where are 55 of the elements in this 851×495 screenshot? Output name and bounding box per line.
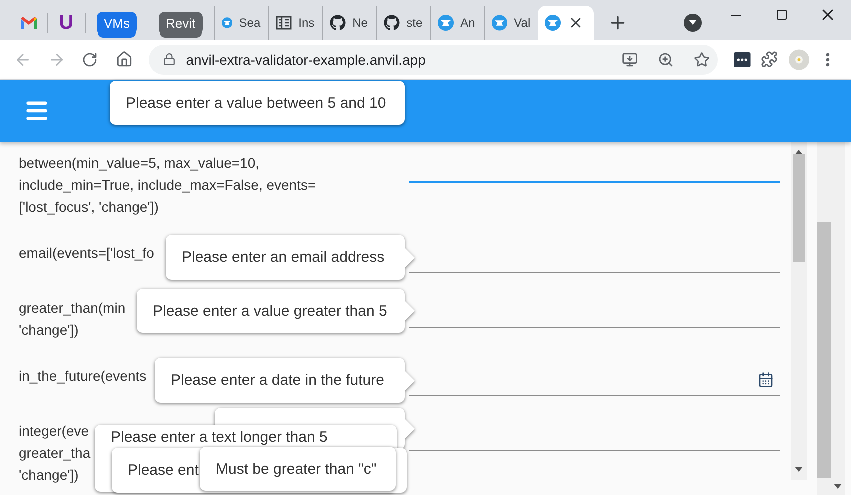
validator-label: greater_than(min: [19, 299, 126, 318]
install-icon[interactable]: [622, 52, 638, 68]
caret-icon: [688, 20, 697, 26]
pinned-tab-label: U: [59, 12, 74, 34]
validator-label: 'change']): [19, 321, 79, 340]
anvil-logo-icon: [492, 15, 508, 31]
more-icon: [826, 52, 830, 66]
validator-label: greater_tha: [19, 444, 91, 463]
tab-group-chip[interactable]: Revit: [159, 12, 203, 34]
tab-title: An: [460, 16, 476, 30]
extension-icon[interactable]: [734, 52, 751, 68]
validator-label: between(min_value=5, max_value=10,: [19, 154, 260, 173]
home-icon: [116, 51, 133, 68]
scrollbar-thumb[interactable]: [817, 222, 831, 478]
validation-tooltip: Please enter a value greater than 5: [137, 289, 415, 333]
anvil-logo-icon: [438, 15, 454, 31]
validation-tooltip: Please enter a date in the future: [155, 358, 415, 403]
scrollbar[interactable]: [791, 142, 807, 480]
calendar-icon[interactable]: [758, 372, 774, 388]
tab-search-button[interactable]: [684, 14, 702, 32]
anvil-logo-icon: [544, 15, 561, 31]
validator-label: integer(eve: [19, 422, 90, 441]
scroll-down-icon[interactable]: [834, 484, 842, 489]
validation-tooltip: Please enter an email address: [166, 235, 415, 280]
github-logo-icon: [330, 15, 346, 31]
tab-title: Val: [514, 16, 531, 30]
tab-title: ste: [406, 16, 423, 30]
reload-icon: [82, 52, 98, 68]
panel-icon: [276, 15, 292, 31]
puzzle-icon: [761, 51, 778, 68]
tab-title: Ins: [298, 16, 315, 30]
tab-group-chip[interactable]: VMs: [97, 12, 137, 34]
address-bar[interactable]: anvil-extra-validator-example.anvil.app: [149, 44, 718, 74]
zoom-icon[interactable]: [658, 52, 674, 68]
bookmark-star-icon[interactable]: [694, 52, 710, 68]
validator-label: email(events=['lost_fo: [19, 244, 154, 263]
mail-logo-icon: [20, 16, 38, 30]
validator-label: 'change']): [19, 466, 79, 485]
maximize-icon: [776, 9, 788, 21]
lock-icon: [163, 53, 176, 66]
anvil-logo-icon: [222, 15, 232, 31]
validation-tooltip: Must be greater than "c": [200, 447, 396, 491]
validation-tooltip: Please enter a value between 5 and 10: [110, 81, 405, 125]
scrollbar[interactable]: [817, 142, 845, 495]
validator-label: include_min=True, include_max=False, events=: [19, 176, 316, 195]
scroll-down-icon[interactable]: [795, 467, 803, 472]
scrollbar-thumb[interactable]: [793, 154, 805, 262]
github-logo-icon: [384, 15, 400, 31]
url-text: anvil-extra-validator-example.anvil.app: [186, 52, 427, 68]
tab-title: Ne: [352, 16, 368, 30]
validator-label: ['lost_focus', 'change']): [19, 198, 159, 217]
validator-label: in_the_future(events: [19, 367, 147, 386]
pinned-tab[interactable]: U: [48, 13, 86, 33]
minimize-icon: [731, 14, 741, 16]
tab-title: Sea: [239, 16, 261, 30]
